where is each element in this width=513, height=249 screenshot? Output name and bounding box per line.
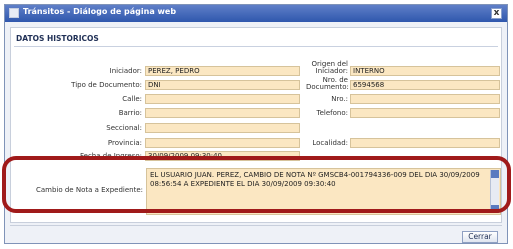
telefono-label: Telefono: xyxy=(316,109,348,117)
tipo-documento-field[interactable]: DNI xyxy=(145,80,300,90)
origen-label: Origen del Iniciador: xyxy=(311,60,348,75)
cerrar-button[interactable]: Cerrar xyxy=(462,231,498,243)
barrio-field[interactable] xyxy=(145,108,300,118)
seccional-field[interactable] xyxy=(145,123,300,133)
barrio-label: Barrio: xyxy=(118,109,142,117)
calle-field[interactable] xyxy=(145,94,300,104)
localidad-label: Localidad: xyxy=(312,139,348,147)
footer-divider xyxy=(10,225,502,226)
seccional-label: Seccional: xyxy=(106,124,142,132)
nro-label: Nro.: xyxy=(331,95,348,103)
window-title: Tránsitos - Diálogo de página web xyxy=(23,7,177,16)
origen-field[interactable]: INTERNO xyxy=(350,66,500,76)
tipo-documento-label: Tipo de Documento: xyxy=(71,81,142,89)
provincia-label: Provincia: xyxy=(107,139,142,147)
page-icon xyxy=(9,8,19,18)
nro-documento-field[interactable]: 6594568 xyxy=(350,80,500,90)
calle-label: Calle: xyxy=(122,95,142,103)
nro-documento-label: Nro. de Documento: xyxy=(306,76,349,91)
localidad-field[interactable] xyxy=(350,138,500,148)
provincia-field[interactable] xyxy=(145,138,300,148)
iniciador-label: Iniciador: xyxy=(109,67,142,75)
telefono-field[interactable] xyxy=(350,108,500,118)
iniciador-field[interactable]: PEREZ, PEDRO xyxy=(145,66,300,76)
section-title: DATOS HISTORICOS xyxy=(16,34,99,43)
nro-field[interactable] xyxy=(350,94,500,104)
close-button[interactable]: x xyxy=(491,8,502,19)
title-bar[interactable]: Tránsitos - Diálogo de página web x xyxy=(5,5,507,22)
highlight-annotation xyxy=(2,156,511,213)
section-divider xyxy=(14,46,498,47)
